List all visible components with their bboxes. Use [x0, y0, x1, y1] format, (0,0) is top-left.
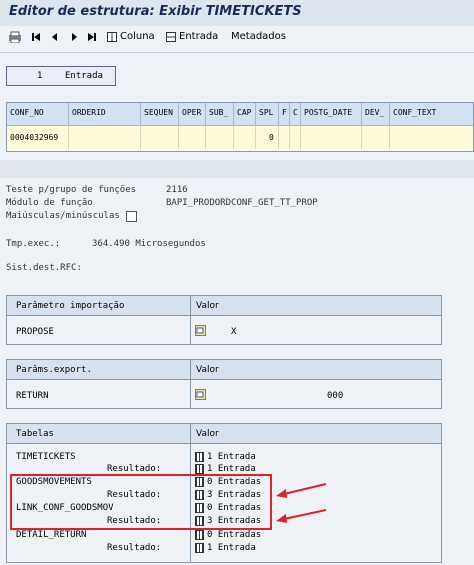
toolbar-divider [0, 52, 474, 53]
window-title: Editor de estrutura: Exibir TIMETICKETS [9, 4, 302, 19]
table-list-icon[interactable] [195, 530, 204, 540]
column-icon[interactable] [107, 32, 117, 42]
column-divider [190, 360, 191, 408]
print-icon[interactable] [8, 31, 22, 43]
table-cell[interactable] [290, 125, 301, 149]
table-name: DETAIL_RETURN [16, 530, 87, 540]
import-header: Parâmetro importação [16, 301, 125, 311]
entries-label: Entrada [65, 71, 103, 81]
annotation-arrows [276, 483, 327, 523]
table-cell[interactable] [279, 125, 290, 149]
column-button[interactable]: Coluna [120, 31, 155, 42]
column-header[interactable]: SUB_ [206, 103, 234, 125]
case-sensitive-checkbox[interactable] [126, 211, 137, 222]
column-header[interactable]: C [290, 103, 301, 125]
tables-header: Tabelas [16, 429, 54, 439]
last-page-icon[interactable] [87, 32, 97, 42]
entry-icon[interactable] [166, 32, 176, 42]
table-name: TIMETICKETS [16, 452, 76, 462]
table-cell[interactable] [390, 125, 473, 149]
column-header[interactable]: SEQUEN [141, 103, 179, 125]
edit-value-icon[interactable] [195, 389, 206, 400]
table-cell[interactable] [69, 125, 141, 149]
column-header[interactable]: OPER [179, 103, 206, 125]
result-list-icon[interactable] [195, 464, 204, 474]
column-header[interactable]: DEV_ [362, 103, 390, 125]
table-cell[interactable] [141, 125, 179, 149]
result-label: Resultado: [107, 543, 162, 553]
highlight-box [10, 474, 272, 530]
table-cell[interactable] [179, 125, 206, 149]
import-param-value: X [231, 327, 237, 337]
toolbar: Coluna Entrada Metadados [0, 27, 474, 49]
column-header[interactable]: CONF_TEXT [390, 103, 473, 125]
metadata-button[interactable]: Metadados [231, 31, 286, 42]
column-header[interactable]: SPL [256, 103, 279, 125]
column-header[interactable]: POSTG_DATE [301, 103, 362, 125]
rfc-destination-label: Sist.dest.RFC: [6, 263, 82, 273]
edit-value-icon[interactable] [195, 325, 206, 336]
table-cell[interactable] [234, 125, 256, 149]
function-module-value: BAPI_PRODORDCONF_GET_TT_PROP [166, 198, 318, 208]
table-cell[interactable] [301, 125, 362, 149]
import-param-name: PROPOSE [16, 327, 54, 337]
table-value: 1 Entrada [207, 452, 256, 462]
exec-time-label: Tmp.exec.: [6, 239, 61, 249]
test-group-label: Teste p/grupo de funções [6, 185, 137, 195]
title-bar: Editor de estrutura: Exibir TIMETICKETS [0, 0, 474, 26]
table-result: 1 Entrada [207, 543, 256, 553]
next-icon[interactable] [69, 32, 79, 42]
first-page-icon[interactable] [31, 32, 41, 42]
case-sensitive-label: Maiúsculas/minúsculas [6, 211, 120, 221]
export-header: Parâms.export. [16, 365, 92, 375]
function-module-label: Módulo de função [6, 198, 93, 208]
table-result: 1 Entrada [207, 464, 256, 474]
table-cell[interactable] [206, 125, 234, 149]
previous-icon[interactable] [50, 32, 60, 42]
column-header[interactable]: CONF_NO [7, 103, 69, 125]
structure-editor-window: Editor de estrutura: Exibir TIMETICKETS … [0, 0, 474, 160]
entries-count: 1 [37, 71, 43, 81]
result-list-icon[interactable] [195, 543, 204, 553]
export-parameters-panel: Parâms.export. Valor RETURN 000 [6, 359, 442, 409]
import-parameters-panel: Parâmetro importação Valor PROPOSE X [6, 295, 442, 345]
table-list-icon[interactable] [195, 452, 204, 462]
entry-button[interactable]: Entrada [179, 31, 218, 42]
table-cell[interactable] [362, 125, 390, 149]
table-cell[interactable]: 0 [256, 125, 279, 149]
result-label: Resultado: [107, 464, 162, 474]
entries-count-button[interactable]: 1 Entrada [6, 66, 116, 86]
export-value-header: Valor [196, 365, 219, 375]
exec-time-value: 364.490 Microsegundos [92, 239, 206, 249]
panel-header [7, 424, 441, 444]
import-value-header: Valor [196, 301, 219, 311]
export-param-name: RETURN [16, 391, 49, 401]
column-header[interactable]: CAP [234, 103, 256, 125]
column-header[interactable]: ORDERID [69, 103, 141, 125]
timetickets-table: CONF_NO ORDERID SEQUEN OPER SUB_ CAP SPL… [6, 102, 474, 152]
column-divider [190, 296, 191, 344]
table-cell[interactable]: 0004032969 [7, 125, 69, 149]
tables-value-header: Valor [196, 429, 219, 439]
column-header[interactable]: F [279, 103, 290, 125]
export-param-value: 000 [327, 391, 344, 401]
test-group-value: 2116 [166, 185, 188, 195]
table-value: 0 Entradas [207, 530, 262, 540]
